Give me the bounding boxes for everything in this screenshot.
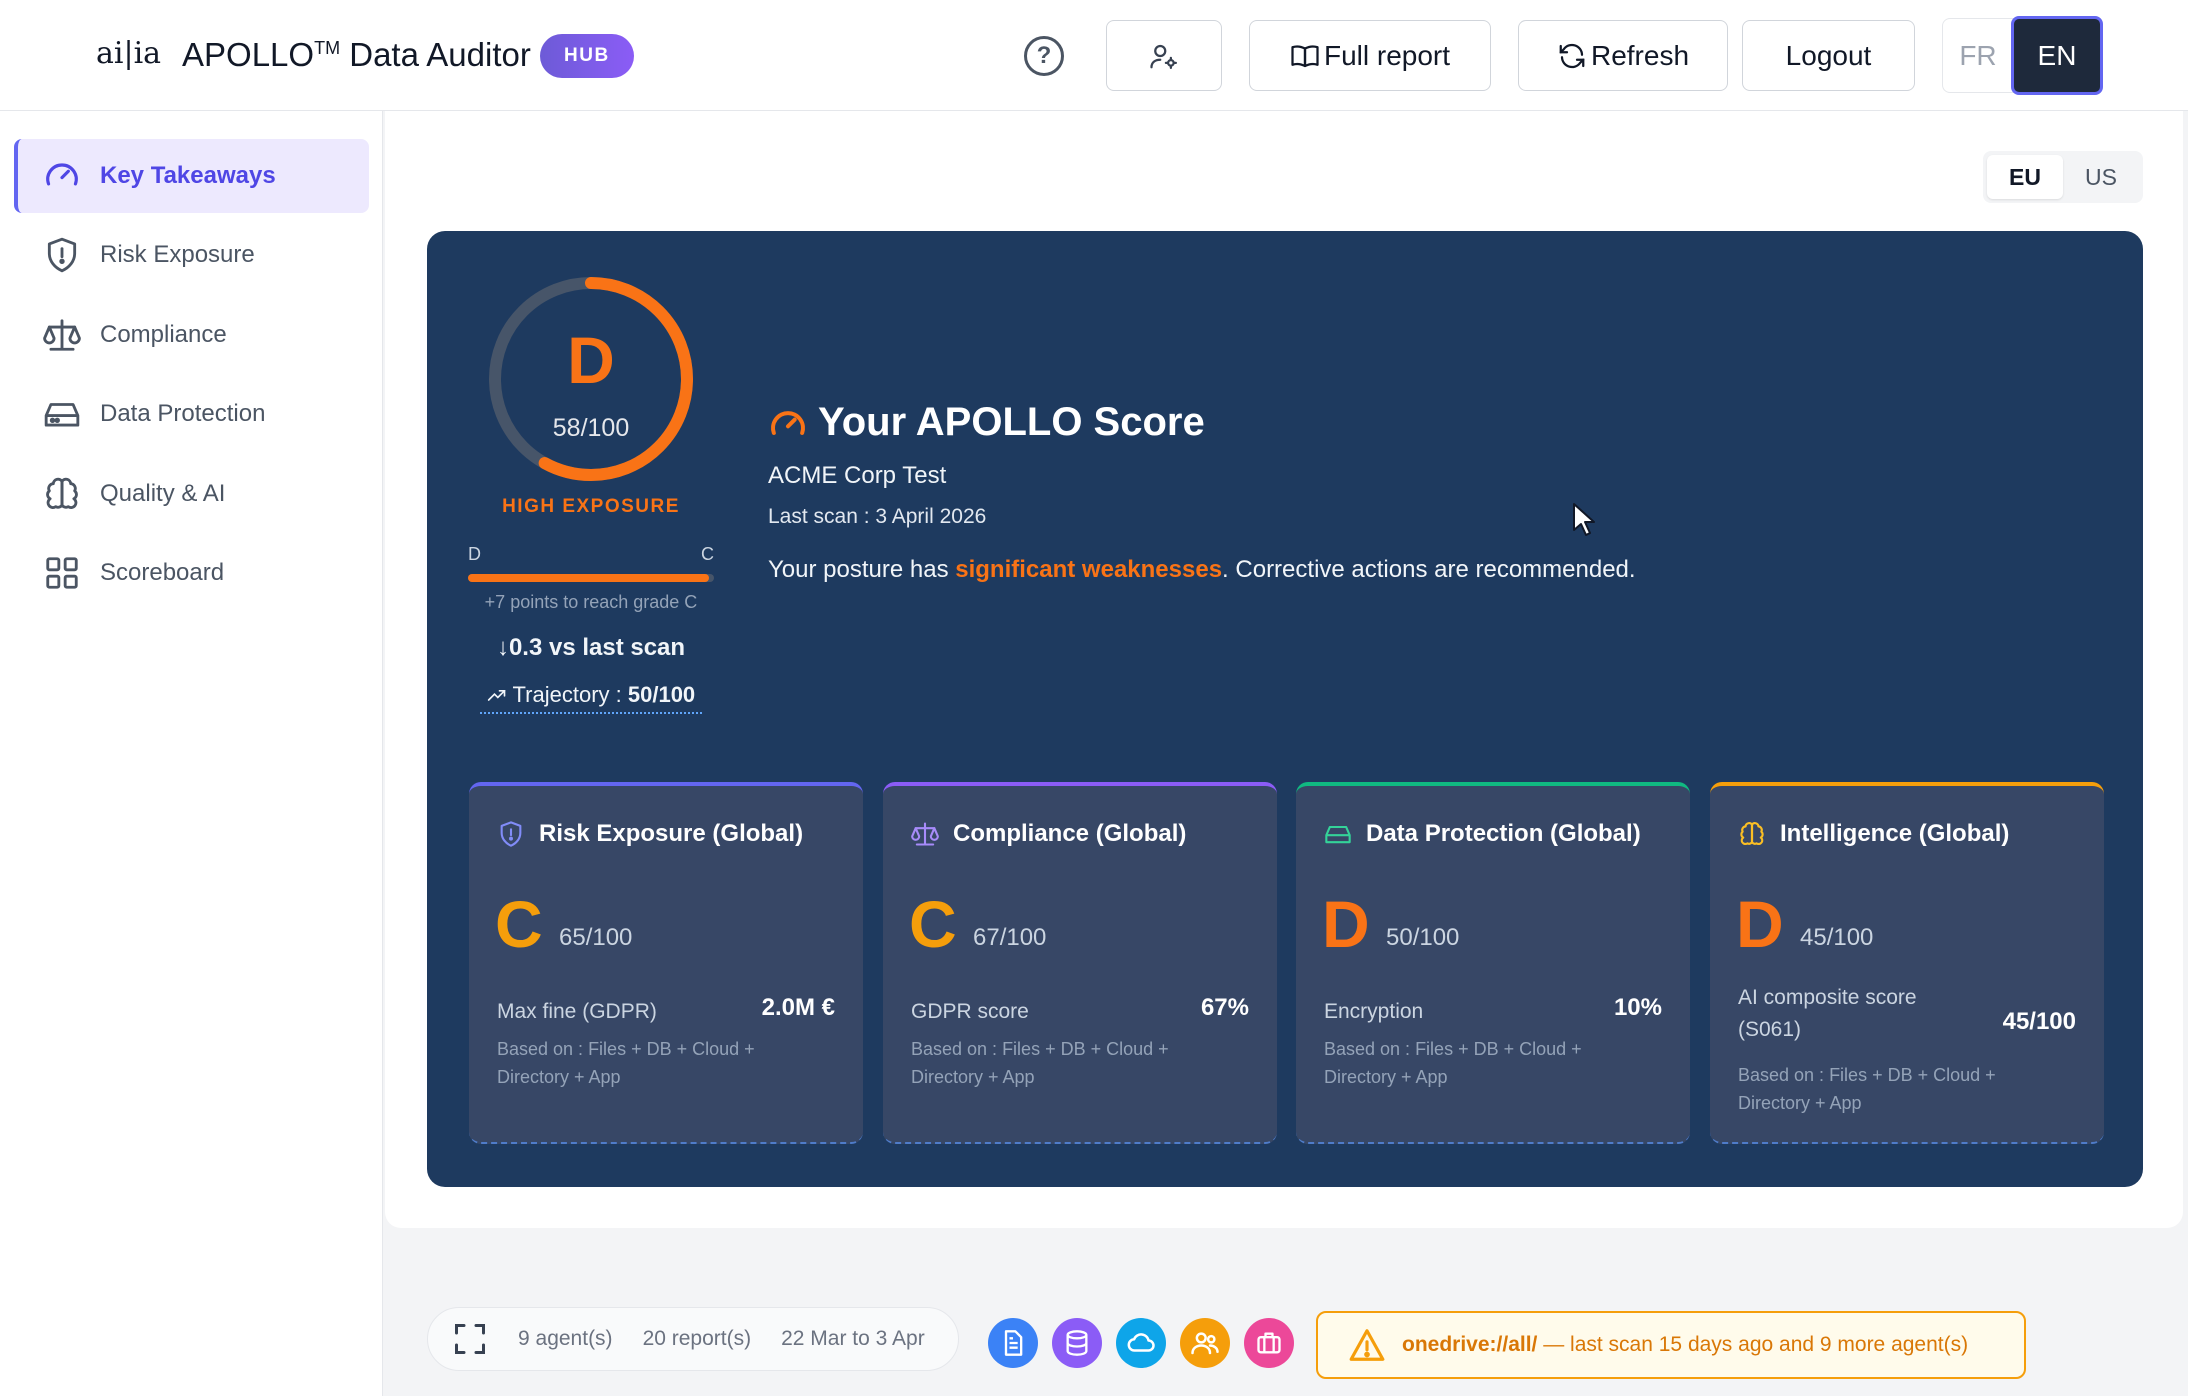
cloud-icon[interactable] (1116, 1318, 1166, 1368)
expand-icon (455, 1324, 485, 1354)
card-basis: Based on : Files + DB + Cloud + Director… (1324, 1039, 1582, 1087)
card-title: Data Protection (Global) (1366, 820, 1641, 847)
card-grade: D (1322, 887, 1370, 961)
grade-bar-labels: D C (468, 544, 714, 565)
region-switch: EU US (1983, 151, 2143, 203)
card-basis: Based on : Files + DB + Cloud + Director… (911, 1039, 1169, 1087)
warning-source: onedrive://all/ (1402, 1333, 1538, 1356)
grade-progress-fill (468, 574, 710, 582)
region-eu-button[interactable]: EU (1987, 155, 2063, 199)
brain-icon (42, 474, 82, 514)
agents-count: 9 agent(s) (518, 1327, 613, 1350)
user-gear-icon (1150, 44, 1177, 69)
sidebar-item-risk-exposure[interactable]: Risk Exposure (14, 218, 369, 292)
sidebar-item-key-takeaways[interactable]: Key Takeaways (14, 139, 369, 213)
card-score: 50/100 (1386, 924, 1460, 951)
language-switch: FR EN (1942, 16, 2103, 95)
score-delta: ↓0.3 vs last scan (496, 634, 686, 661)
drive-icon (42, 394, 82, 434)
grade-progress-bar (468, 574, 714, 582)
mouse-cursor-icon (1573, 503, 1595, 536)
sidebar-item-data-protection[interactable]: Data Protection (14, 377, 369, 451)
database-icon[interactable] (1052, 1318, 1102, 1368)
grade-bar-to: C (701, 544, 714, 564)
organization-name: ACME Corp Test (768, 462, 947, 489)
company-logo: ai|ia (96, 36, 162, 71)
logout-button[interactable]: Logout (1742, 20, 1915, 91)
sidebar-item-compliance[interactable]: Compliance (14, 298, 369, 372)
card-metric-label: GDPR score (911, 1000, 1029, 1023)
shield-icon (500, 821, 522, 847)
refresh-button[interactable]: Refresh (1518, 20, 1728, 91)
warning-icon (1349, 1329, 1385, 1361)
agents-summary[interactable]: 9 agent(s) 20 report(s) 22 Mar to 3 Apr (427, 1307, 959, 1371)
posture-summary: Your posture has significant weaknesses.… (768, 556, 1636, 583)
card-metric-label: Max fine (GDPR) (497, 1000, 657, 1023)
hub-badge: HUB (540, 34, 634, 78)
lang-fr-button[interactable]: FR (1943, 19, 2013, 92)
app-title: APOLLOTM Data Auditor (182, 36, 531, 73)
grade-bar-from: D (468, 544, 481, 564)
card-score: 67/100 (973, 924, 1047, 951)
score-grade: D (567, 323, 615, 397)
brain-icon (1740, 822, 1764, 845)
card-score: 65/100 (559, 924, 633, 951)
book-icon (1291, 44, 1319, 67)
card-metric-value: 2.0M € (761, 994, 835, 1021)
top-header: ai|ia APOLLOTM Data Auditor HUB ? Full r… (0, 0, 2188, 111)
card-metric-value: 67% (1200, 994, 1249, 1021)
metric-card-risk-exposure[interactable]: Risk Exposure (Global) C 65/100 Max fine… (469, 782, 863, 1144)
grid-icon (42, 553, 82, 593)
shield-icon (42, 235, 82, 275)
trend-up-icon (487, 690, 506, 701)
card-basis: Based on : Files + DB + Cloud + Director… (497, 1039, 755, 1087)
card-score: 45/100 (1800, 924, 1874, 951)
card-title: Compliance (Global) (953, 820, 1187, 847)
metric-card-compliance[interactable]: Compliance (Global) C 67/100 GDPR score … (883, 782, 1277, 1144)
exposure-label: HIGH EXPOSURE (502, 496, 680, 517)
card-basis: Based on : Files + DB + Cloud + Director… (1738, 1065, 1996, 1113)
reports-count: 20 report(s) (642, 1327, 752, 1350)
sidebar-item-quality-ai[interactable]: Quality & AI (14, 457, 369, 531)
gauge-icon (42, 156, 82, 196)
sidebar: Key Takeaways Risk Exposure Compliance D… (0, 111, 383, 1396)
points-hint: +7 points to reach grade C (484, 592, 698, 612)
card-metric-label: Encryption (1324, 1000, 1424, 1023)
drive-icon (1325, 825, 1351, 844)
metric-card-data-protection[interactable]: Data Protection (Global) D 50/100 Encryp… (1296, 782, 1690, 1144)
card-metric-value: 45/100 (2002, 1008, 2076, 1035)
warning-text: — last scan 15 days ago and 9 more agent… (1537, 1333, 1969, 1356)
card-grade: C (909, 887, 957, 961)
file-icon[interactable] (988, 1318, 1038, 1368)
scale-icon (911, 822, 939, 846)
lang-en-button[interactable]: EN (2011, 16, 2103, 95)
sidebar-item-scoreboard[interactable]: Scoreboard (14, 536, 369, 610)
user-settings-button[interactable] (1106, 20, 1222, 91)
region-us-button[interactable]: US (2063, 155, 2139, 199)
card-metric-value: 10% (1613, 994, 1662, 1021)
trajectory-link[interactable]: Trajectory : 50/100 (480, 682, 702, 714)
card-metric-label: AI composite score (S061) (1738, 986, 1917, 1041)
last-scan-date: Last scan : 3 April 2026 (768, 505, 987, 528)
source-icons (988, 1318, 1294, 1368)
users-icon[interactable] (1180, 1318, 1230, 1368)
score-value: 58/100 (552, 414, 630, 442)
scan-range: 22 Mar to 3 Apr (781, 1327, 925, 1350)
scan-warning[interactable]: onedrive://all/ — last scan 15 days ago … (1316, 1311, 2026, 1379)
score-title: Your APOLLO Score (768, 400, 1205, 445)
card-title: Risk Exposure (Global) (539, 820, 804, 847)
scale-icon (42, 315, 82, 355)
help-button[interactable]: ? (1024, 36, 1064, 76)
refresh-icon (1559, 43, 1585, 68)
app-icon[interactable] (1244, 1318, 1294, 1368)
gauge-icon (771, 410, 805, 435)
card-title: Intelligence (Global) (1780, 820, 2010, 847)
full-report-button[interactable]: Full report (1249, 20, 1491, 91)
card-grade: C (495, 887, 543, 961)
card-grade: D (1736, 887, 1784, 961)
metric-card-intelligence[interactable]: Intelligence (Global) D 45/100 AI compos… (1710, 782, 2104, 1144)
